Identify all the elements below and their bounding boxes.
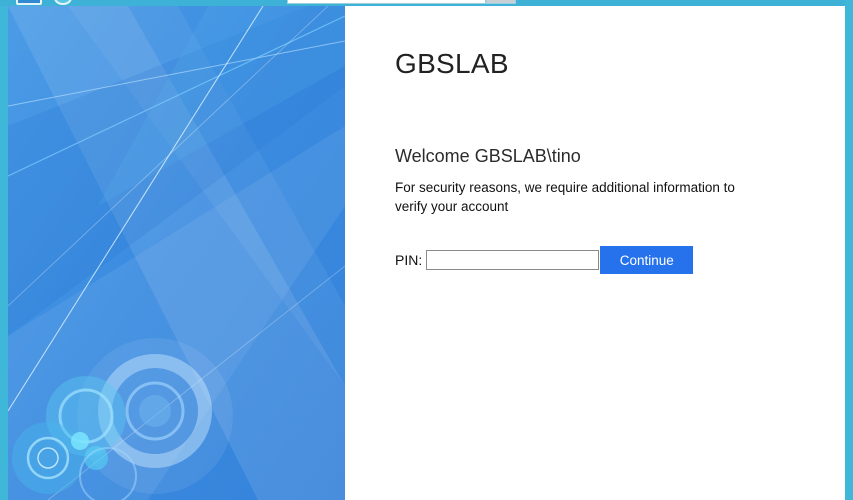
sign-in-content: GBSLAB Welcome GBSLAB\tino For security … xyxy=(345,6,845,500)
branding-illustration xyxy=(8,6,345,500)
organization-title: GBSLAB xyxy=(395,48,509,79)
address-bar[interactable] xyxy=(287,0,486,4)
welcome-message: Welcome GBSLAB\tino xyxy=(395,146,581,166)
continue-button[interactable]: Continue xyxy=(600,246,694,274)
pin-label: PIN: xyxy=(395,252,423,268)
window-right-border xyxy=(845,0,853,500)
back-icon[interactable] xyxy=(16,0,42,5)
decorative-background-art xyxy=(8,6,345,500)
login-window: GBSLAB Welcome GBSLAB\tino For security … xyxy=(0,0,853,500)
app-icon xyxy=(54,0,72,5)
address-go-button[interactable] xyxy=(486,0,516,4)
security-description: For security reasons, we require additio… xyxy=(395,180,735,214)
pin-form: PIN: Continue xyxy=(395,246,694,274)
pin-input[interactable] xyxy=(426,250,600,270)
